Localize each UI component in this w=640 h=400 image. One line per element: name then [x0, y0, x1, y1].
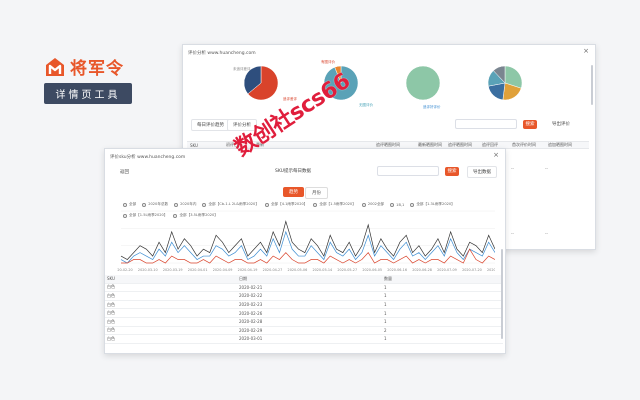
back-link[interactable]: 返回: [115, 167, 134, 177]
cell: 1: [384, 293, 387, 299]
x-tick-label: 2020-05-27: [337, 268, 357, 272]
legend-item[interactable]: 全部【Cb-1.L 2L&雨季2020】: [202, 202, 259, 207]
pie-slice: [405, 65, 441, 101]
col-header: 日期: [239, 275, 247, 281]
sku-analysis-window: 评价sku分析 www.huancheng.com × 返回 SKU提示每日数据…: [104, 148, 506, 354]
cell: 2: [384, 327, 387, 333]
legend-item[interactable]: 2020年总数: [142, 202, 168, 207]
house-m-icon: [44, 56, 66, 78]
trend-line-chart: 2020-02-20 2020-03-10 2020-03-19 2020-04-01…: [117, 210, 495, 272]
cell: 1: [384, 319, 387, 325]
x-tick-label: 2020-06-16: [387, 268, 407, 272]
x-tick-label: 2020-04-01: [188, 268, 208, 272]
table-row[interactable]: 白色 2020-02-26 1: [105, 309, 503, 318]
cell: 白色: [107, 284, 115, 290]
pie1-label-a: 未追评差评: [233, 67, 251, 71]
tab-trend[interactable]: 趋势: [283, 187, 304, 197]
x-tick-label: 2020-07-20: [462, 268, 482, 272]
scrollbar[interactable]: [501, 249, 503, 339]
cell: 2020-02-29: [239, 327, 263, 333]
empty-cell: --: [545, 231, 548, 236]
table-row[interactable]: 白色 2020-02-23 1: [105, 301, 503, 310]
col-header: 数量: [384, 275, 392, 281]
search-input[interactable]: [455, 119, 517, 129]
cell: 1: [384, 284, 387, 290]
cell: 2020-02-28: [239, 319, 263, 325]
x-tick-label: 2020-06-05: [362, 268, 382, 272]
scrollbar[interactable]: [591, 65, 593, 105]
window-title: 评价sku分析 www.huancheng.com: [110, 155, 186, 160]
cell: 2020-02-26: [239, 310, 263, 316]
empty-cell: --: [545, 166, 548, 171]
brand-tagline: 详情页工具: [44, 83, 132, 104]
x-tick-label: 2020-04-27: [263, 268, 283, 272]
empty-cell: --: [511, 231, 514, 236]
cell: 白色: [107, 301, 115, 307]
cell: 白色: [107, 292, 115, 298]
table-row[interactable]: 白色 2020-02-29 2: [105, 327, 503, 336]
pie2-label-b: 无图评价: [359, 103, 373, 107]
legend-item[interactable]: 2020年内: [174, 202, 196, 207]
legend-item[interactable]: 全部【4.1雨季2020】: [264, 202, 307, 207]
close-icon[interactable]: ×: [583, 47, 589, 55]
cell: 2020-03-01: [239, 336, 263, 342]
x-tick-label: 2020-06-28: [412, 268, 432, 272]
col-header: 追加晒图时间: [548, 142, 572, 147]
x-tick-label: 2020-02-20: [117, 268, 133, 272]
col-header: 首次评价时间: [512, 142, 536, 147]
chart-frame-title: SKU提示每日数据: [275, 169, 311, 174]
pie-chart-3: [405, 65, 441, 101]
export-data-button[interactable]: 导出数据: [467, 166, 497, 178]
col-header: SKU: [190, 142, 198, 148]
window-title: 评价分析 www.huancheng.com: [188, 51, 256, 56]
pie2-label-a: 有图评价: [321, 60, 335, 64]
table-header: SKU 日期 数量: [105, 275, 503, 284]
x-tick-label: 2020-05-14: [312, 268, 332, 272]
legend-item[interactable]: 全部【1.3L雨季2020】: [410, 202, 455, 207]
cell: 2020-02-22: [239, 293, 263, 299]
cell: 白色: [107, 327, 115, 333]
table-row[interactable]: 白色 2020-03-01 1: [105, 335, 503, 344]
legend-item[interactable]: 全部: [123, 202, 136, 207]
x-tick-label: 2020-03-10: [138, 268, 158, 272]
cell: 2020-02-21: [239, 284, 263, 290]
cell: 1: [384, 302, 387, 308]
table-row[interactable]: 白色 2020-02-28 1: [105, 318, 503, 327]
search-button[interactable]: 搜索: [445, 167, 459, 176]
legend-item[interactable]: 全部【1.5雨季2020】: [313, 202, 356, 207]
x-tick-label: 2020-04-09: [213, 268, 233, 272]
pie3-label-a: 追评好评价: [423, 105, 441, 109]
cell: 白色: [107, 335, 115, 341]
empty-cell: --: [511, 166, 514, 171]
brand-name: 将军令: [70, 59, 124, 79]
x-tick-label: 2020-07-09: [437, 268, 457, 272]
pie-chart-4: [487, 65, 523, 101]
brand-logo: 将军令 详情页工具: [44, 54, 132, 104]
x-tick-label: 2020-05-06: [288, 268, 308, 272]
daily-trend-button[interactable]: 每日评价趋势: [191, 119, 230, 131]
legend-item[interactable]: 1B,1: [390, 202, 404, 207]
cell: 白色: [107, 318, 115, 324]
search-input[interactable]: [377, 166, 439, 176]
col-header: SKU: [107, 276, 115, 282]
x-tick-label: 2020-03-19: [163, 268, 183, 272]
cell: 2020-02-23: [239, 302, 263, 308]
cell: 1: [384, 310, 387, 316]
cell: 白色: [107, 310, 115, 316]
tab-month[interactable]: 月份: [305, 187, 328, 199]
export-reviews-button[interactable]: 导出评价: [547, 119, 575, 129]
x-tick-label: 2020-08-01: [487, 268, 495, 272]
table-row[interactable]: 白色 2020-02-21 1: [105, 284, 503, 293]
series-line: [120, 220, 495, 260]
table-row[interactable]: 白色 2020-02-22 1: [105, 292, 503, 301]
cell: 1: [384, 336, 387, 342]
close-icon[interactable]: ×: [493, 151, 499, 159]
x-tick-label: 2020-04-19: [238, 268, 258, 272]
search-button[interactable]: 搜索: [523, 120, 537, 129]
legend-item[interactable]: 2002全部: [361, 202, 384, 207]
sku-table: SKU 日期 数量 白色 2020-02-21 1 白色 2020-02-22 …: [105, 275, 503, 344]
